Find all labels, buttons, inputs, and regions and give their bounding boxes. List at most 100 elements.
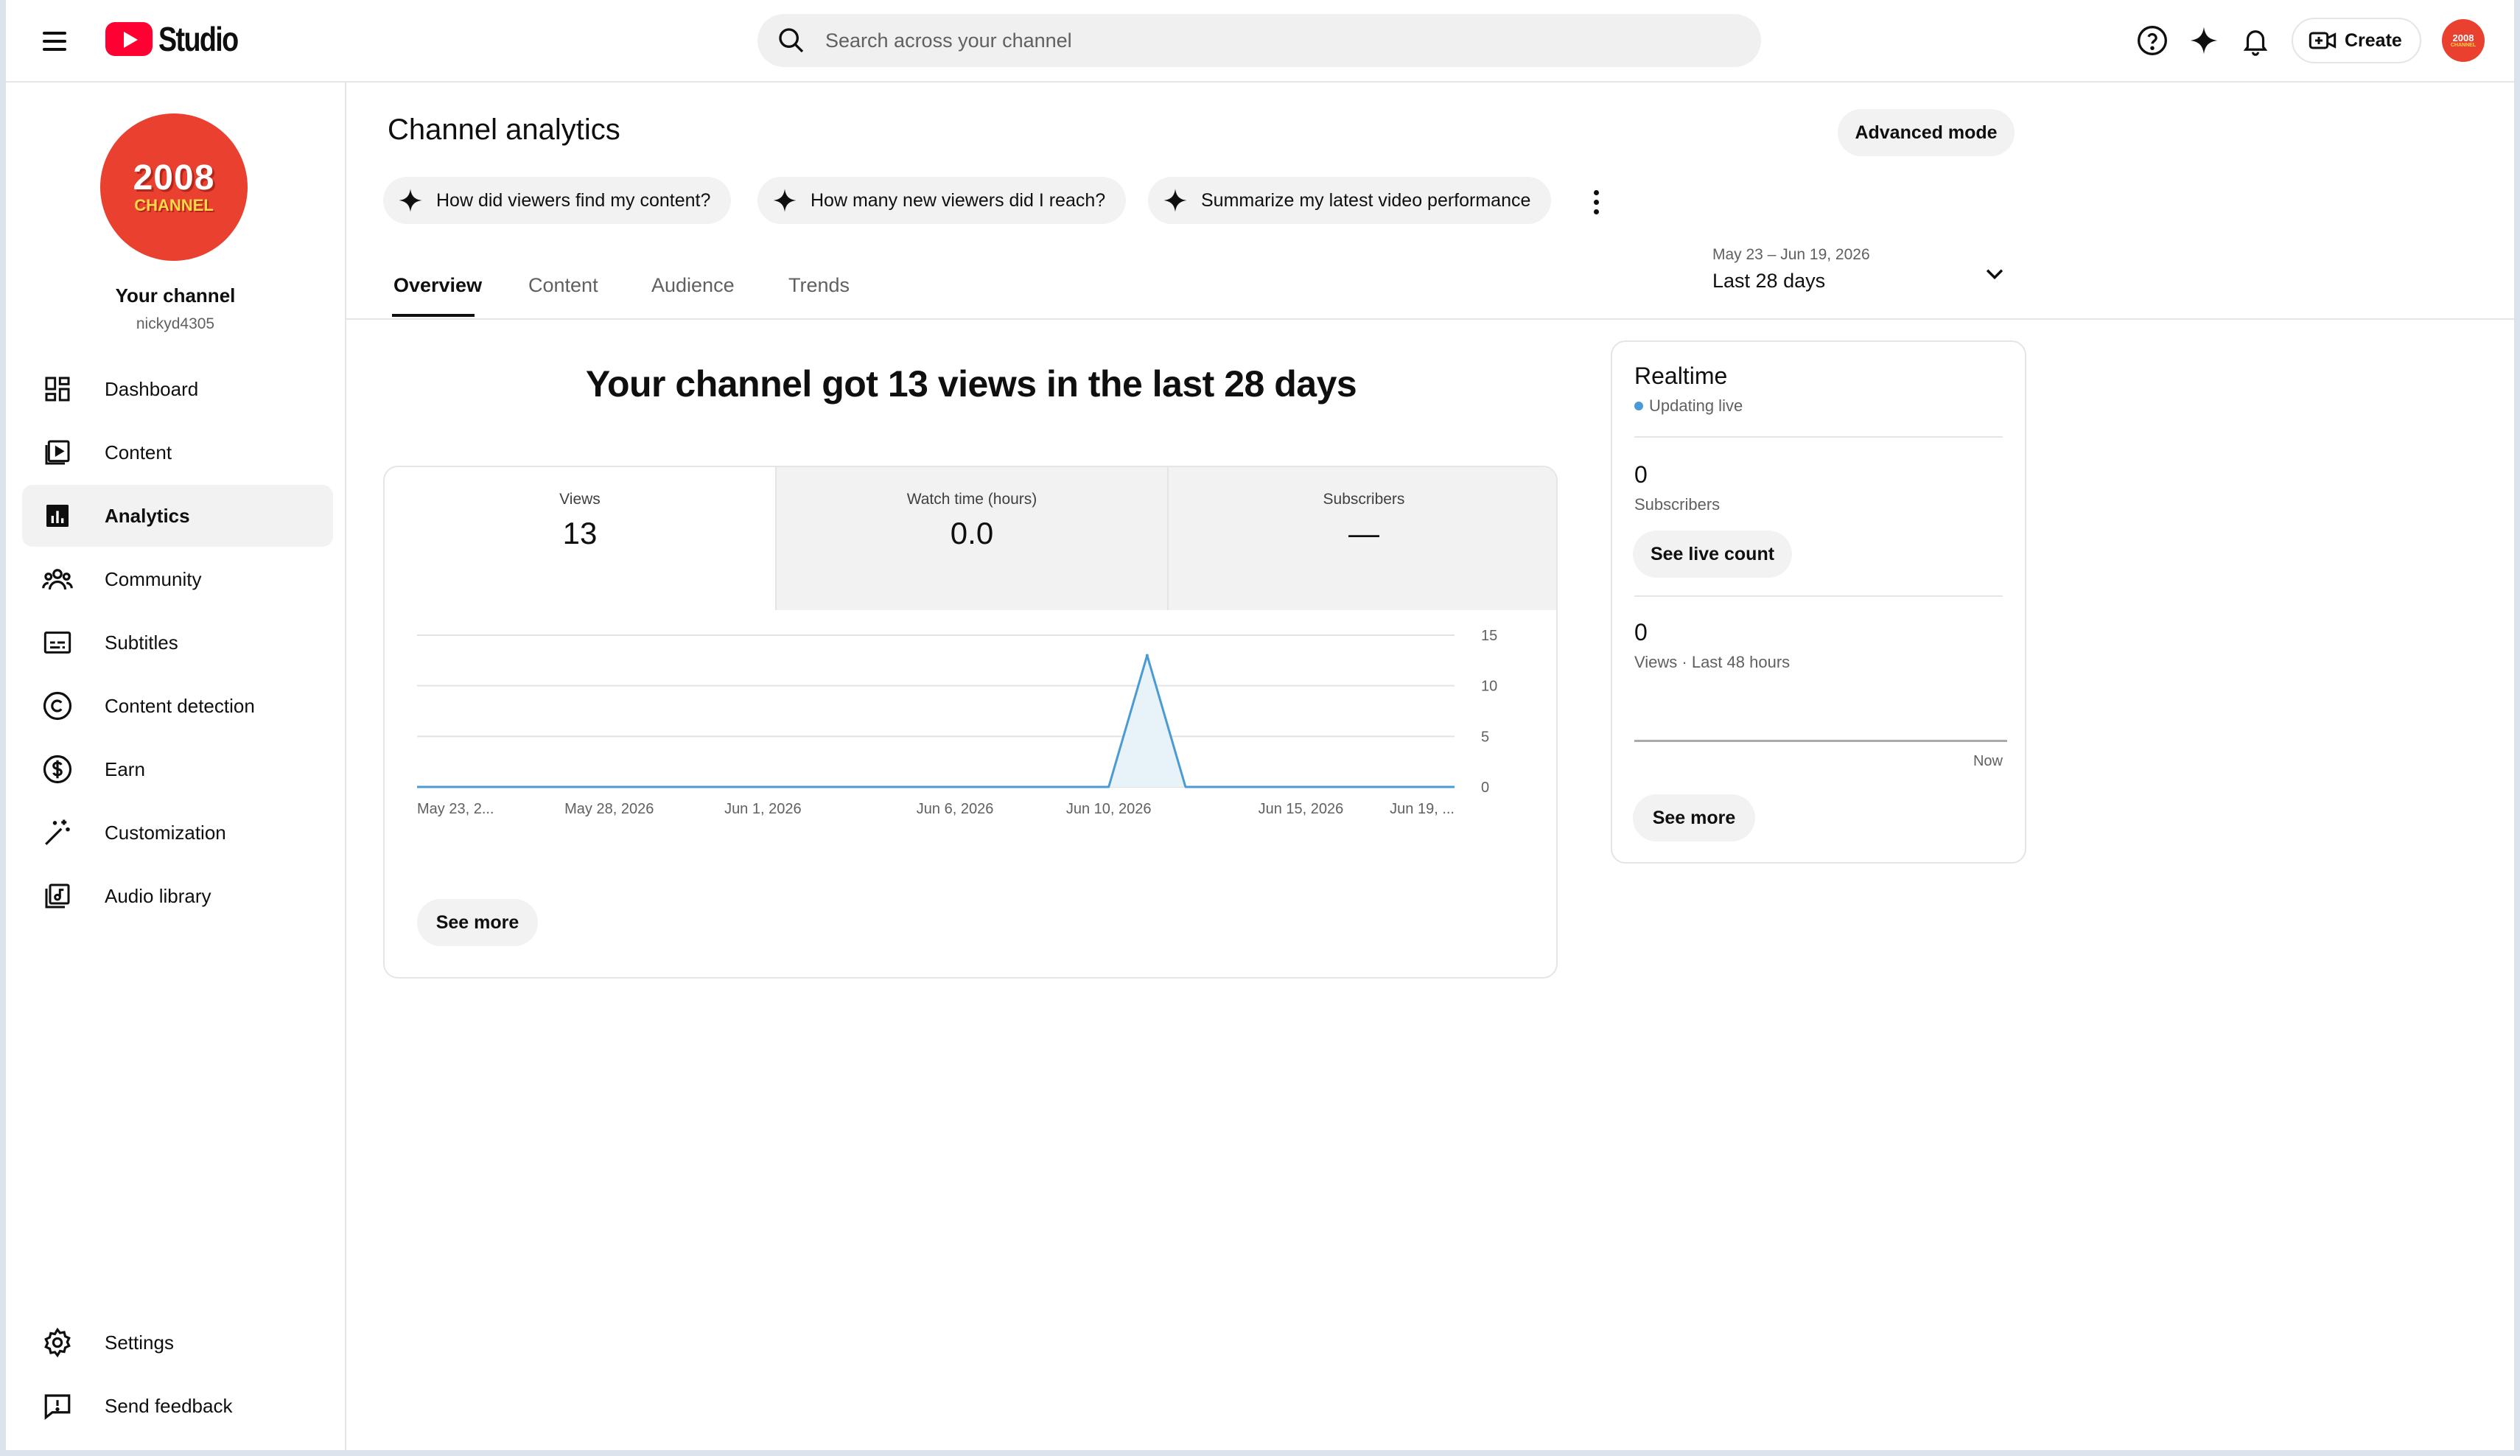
account-avatar[interactable]: 2008 CHANNEL bbox=[2442, 19, 2485, 62]
divider bbox=[1634, 595, 2003, 597]
dashboard-icon bbox=[40, 371, 75, 407]
sidebar-item-label: Subtitles bbox=[105, 631, 178, 654]
search-bar[interactable] bbox=[757, 14, 1761, 67]
sidebar-item-label: Community bbox=[105, 567, 202, 590]
sparkle-icon bbox=[399, 189, 422, 212]
channel-handle: nickyd4305 bbox=[136, 315, 215, 332]
create-button[interactable]: Create bbox=[2292, 18, 2421, 63]
see-live-count-button[interactable]: See live count bbox=[1633, 531, 1792, 578]
realtime-status-text: Updating live bbox=[1649, 396, 1743, 415]
avatar-subtext: CHANNEL bbox=[2450, 43, 2477, 48]
hamburger-menu-icon[interactable] bbox=[35, 22, 74, 60]
youtube-logo-icon bbox=[105, 22, 153, 56]
content-icon bbox=[40, 435, 75, 470]
add-video-icon bbox=[2309, 32, 2337, 49]
create-label: Create bbox=[2345, 29, 2402, 51]
tab-overview[interactable]: Overview bbox=[393, 274, 482, 297]
copyright-icon bbox=[40, 688, 75, 724]
x-tick-label: Jun 10, 2026 bbox=[1066, 801, 1152, 817]
studio-logo[interactable]: Studio bbox=[105, 19, 255, 59]
more-options-icon[interactable] bbox=[1583, 183, 1609, 221]
feedback-icon bbox=[40, 1388, 75, 1424]
sidebar-item-earn[interactable]: Earn bbox=[22, 738, 333, 800]
channel-name: Your channel bbox=[115, 284, 236, 307]
x-tick-label: Jun 6, 2026 bbox=[917, 801, 994, 817]
sidebar-item-send-feedback[interactable]: Send feedback bbox=[22, 1375, 333, 1437]
audio-library-icon bbox=[40, 878, 75, 914]
metric-label: Watch time (hours) bbox=[906, 491, 1037, 508]
sparkle-icon[interactable] bbox=[2185, 22, 2222, 59]
subtitles-icon bbox=[40, 625, 75, 660]
views-chart: 0 5 10 15 May 23, 2... May 28, 2026 Jun 1, 202… bbox=[417, 628, 1497, 817]
help-icon[interactable] bbox=[2134, 22, 2171, 59]
chip-label: How did viewers find my content? bbox=[436, 189, 711, 211]
realtime-views-label: Views · Last 48 hours bbox=[1634, 653, 1791, 671]
tab-content[interactable]: Content bbox=[528, 274, 598, 297]
sidebar-item-dashboard[interactable]: Dashboard bbox=[22, 358, 333, 420]
sidebar-item-label: Content bbox=[105, 441, 172, 463]
overview-card: Views 13 Watch time (hours) 0.0 Subscrib… bbox=[383, 466, 1558, 979]
advanced-mode-button[interactable]: Advanced mode bbox=[1838, 109, 2015, 156]
chip-label: How many new viewers did I reach? bbox=[811, 189, 1106, 211]
chart-point bbox=[1145, 654, 1149, 657]
metric-subscribers[interactable]: Subscribers — bbox=[1167, 467, 1556, 610]
sidebar-item-analytics[interactable]: Analytics bbox=[22, 485, 333, 547]
dollar-icon bbox=[40, 752, 75, 787]
analytics-icon bbox=[40, 498, 75, 533]
realtime-title: Realtime bbox=[1634, 363, 1728, 389]
sidebar-item-label: Send feedback bbox=[105, 1394, 233, 1417]
sidebar-item-label: Dashboard bbox=[105, 377, 199, 400]
metric-value: 13 bbox=[562, 516, 598, 550]
metric-value: — bbox=[1348, 516, 1379, 550]
sidebar-item-label: Content detection bbox=[105, 694, 255, 717]
x-tick-label: May 28, 2026 bbox=[564, 801, 654, 817]
realtime-see-more-button[interactable]: See more bbox=[1633, 794, 1755, 841]
date-period-selector[interactable]: Last 28 days bbox=[1712, 270, 1825, 293]
sidebar: 2008 CHANNEL Your channel nickyd4305 Das… bbox=[6, 83, 346, 1450]
sidebar-item-customization[interactable]: Customization bbox=[22, 802, 333, 864]
tab-audience[interactable]: Audience bbox=[651, 274, 735, 297]
realtime-subscribers-value: 0 bbox=[1634, 461, 1648, 488]
see-more-button[interactable]: See more bbox=[417, 899, 538, 946]
sidebar-item-subtitles[interactable]: Subtitles bbox=[22, 612, 333, 673]
community-icon bbox=[40, 561, 75, 597]
search-input[interactable] bbox=[824, 28, 1711, 53]
sidebar-item-settings[interactable]: Settings bbox=[22, 1312, 333, 1373]
divider bbox=[1634, 436, 2003, 438]
active-tab-indicator bbox=[392, 314, 475, 317]
metric-watch-time[interactable]: Watch time (hours) 0.0 bbox=[775, 467, 1167, 610]
metric-label: Views bbox=[559, 491, 601, 508]
sidebar-item-label: Analytics bbox=[105, 504, 190, 527]
studio-app: Studio Create 2008 CHANNEL 2008 CHANNEL bbox=[6, 0, 2514, 1450]
sidebar-item-community[interactable]: Community bbox=[22, 548, 333, 610]
sidebar-item-content-detection[interactable]: Content detection bbox=[22, 675, 333, 737]
sparkle-icon bbox=[773, 189, 797, 212]
magic-wand-icon bbox=[40, 815, 75, 850]
sidebar-item-label: Audio library bbox=[105, 884, 211, 907]
realtime-now-label: Now bbox=[1973, 753, 2003, 769]
top-bar: Studio Create 2008 CHANNEL bbox=[6, 0, 2514, 83]
metric-label: Subscribers bbox=[1323, 491, 1405, 508]
suggestion-chip-new-viewers[interactable]: How many new viewers did I reach? bbox=[757, 177, 1127, 224]
notifications-bell-icon[interactable] bbox=[2237, 22, 2274, 59]
realtime-card: Realtime Updating live 0 Subscribers See… bbox=[1611, 340, 2026, 864]
suggestion-chip-summarize[interactable]: Summarize my latest video performance bbox=[1148, 177, 1552, 224]
chart-area-fill bbox=[417, 655, 1455, 787]
sidebar-item-content[interactable]: Content bbox=[22, 421, 333, 483]
channel-avatar[interactable]: 2008 CHANNEL bbox=[100, 113, 248, 261]
chevron-down-icon[interactable] bbox=[1978, 256, 2012, 290]
live-dot-icon bbox=[1634, 402, 1643, 410]
search-icon bbox=[779, 28, 804, 53]
sidebar-item-label: Customization bbox=[105, 821, 226, 844]
sidebar-item-audio-library[interactable]: Audio library bbox=[22, 865, 333, 927]
avatar-text: 2008 bbox=[2452, 32, 2474, 43]
x-tick-label: Jun 19, ... bbox=[1390, 801, 1455, 817]
tabs-divider bbox=[346, 318, 2514, 320]
realtime-subscribers-label: Subscribers bbox=[1634, 495, 1721, 514]
tab-trends[interactable]: Trends bbox=[788, 274, 850, 297]
metric-views[interactable]: Views 13 bbox=[385, 467, 775, 610]
realtime-sparkline-baseline bbox=[1634, 740, 2007, 742]
x-tick-label: May 23, 2... bbox=[417, 801, 494, 817]
page-title: Channel analytics bbox=[388, 113, 620, 146]
suggestion-chip-find-content[interactable]: How did viewers find my content? bbox=[383, 177, 732, 224]
